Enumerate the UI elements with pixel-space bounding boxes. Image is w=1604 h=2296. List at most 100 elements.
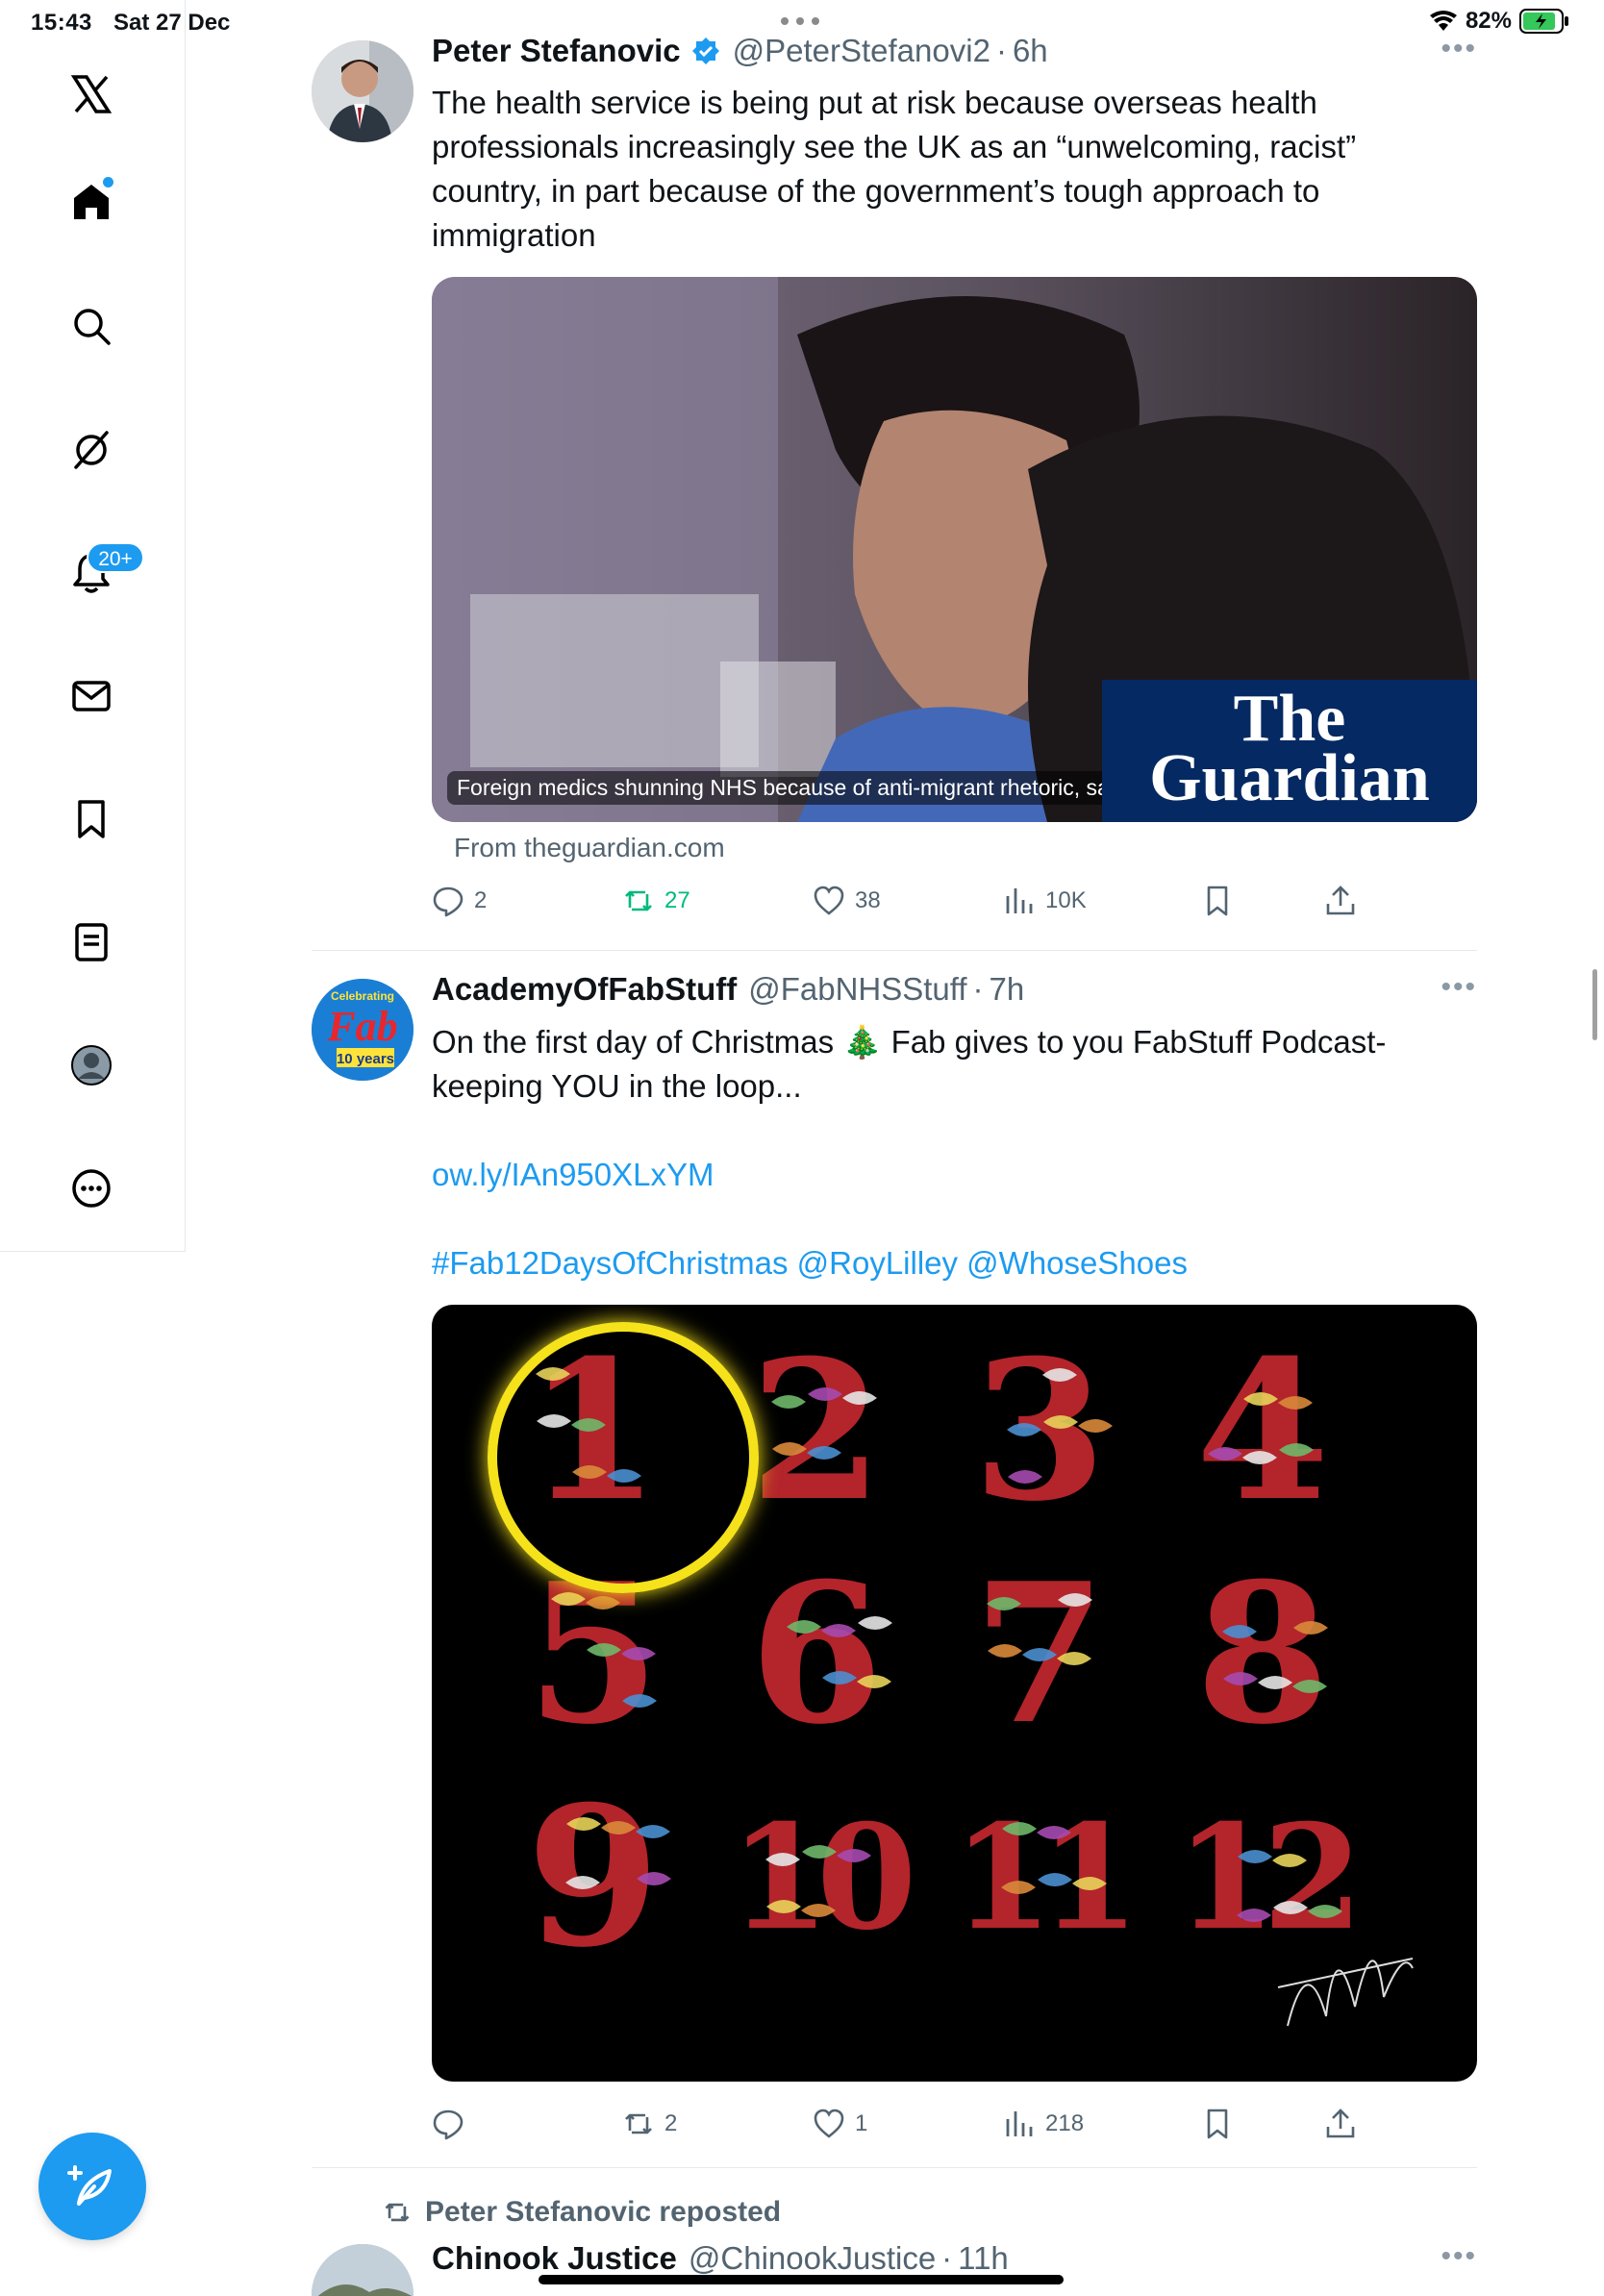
heart-icon (814, 2109, 844, 2138)
repost-indicator: Peter Stefanovic reposted (383, 2196, 781, 2229)
display-name[interactable]: Peter Stefanovic (432, 33, 681, 69)
avatar-text-top: Celebrating (331, 989, 394, 1003)
compose-feather-icon (67, 2165, 112, 2206)
handle[interactable]: @ChinookJustice (689, 2240, 936, 2277)
display-name[interactable]: Chinook Justice (432, 2240, 677, 2277)
like-button[interactable]: 1 (813, 2108, 867, 2140)
views-count: 10K (1045, 887, 1087, 913)
separator-dot: · (972, 971, 984, 1007)
avatar-text-main: Fab (326, 1003, 397, 1050)
highlight-circle (488, 1322, 759, 1593)
bookmark-icon (1207, 886, 1228, 916)
compose-button[interactable] (38, 2133, 146, 2240)
like-count: 1 (855, 2110, 868, 2136)
verified-badge-icon (691, 37, 719, 64)
more-icon[interactable] (64, 1161, 118, 1215)
lists-icon[interactable] (64, 915, 118, 969)
avatar[interactable] (312, 40, 414, 142)
tweet-time[interactable]: 7h (990, 971, 1025, 1008)
wifi-icon (1429, 11, 1457, 31)
card-source[interactable]: From theguardian.com (454, 833, 725, 863)
tweet-actions: 2 27 38 10K (432, 885, 1393, 923)
repost-button[interactable]: 2 (622, 2108, 677, 2140)
reply-button[interactable]: 2 (432, 885, 487, 917)
tweet-time[interactable]: 6h (1013, 33, 1048, 69)
share-button[interactable] (1324, 885, 1357, 917)
avatar[interactable] (312, 2244, 414, 2296)
sidebar: 20+ (0, 0, 186, 1252)
views-button[interactable]: 218 (1003, 2108, 1084, 2140)
guardian-logo: The Guardian (1102, 680, 1477, 822)
bookmark-button[interactable] (1201, 885, 1234, 917)
repost-icon (625, 890, 652, 911)
share-icon (1326, 2109, 1355, 2138)
battery-percent: 82% (1465, 8, 1512, 34)
more-options-icon[interactable]: ••• (1441, 971, 1477, 1004)
tweet-time[interactable]: 11h (958, 2240, 1009, 2277)
reply-icon (433, 2109, 464, 2140)
tweet-link[interactable]: ow.ly/IAn950XLxYM (432, 1153, 1451, 1197)
tweet-hashtags[interactable]: #Fab12DaysOfChristmas @RoyLilley @WhoseS… (432, 1241, 1451, 1285)
day-illustration (565, 1817, 671, 1889)
day-illustration (1001, 1822, 1107, 1894)
handle[interactable]: @FabNHSStuff (748, 971, 966, 1008)
bookmarks-icon[interactable] (64, 792, 118, 846)
status-right: 82% (1429, 8, 1569, 35)
more-options-icon[interactable]: ••• (1441, 2240, 1477, 2273)
separator-dot: · (995, 33, 1007, 68)
messages-icon[interactable] (64, 669, 118, 723)
link-card[interactable]: Foreign medics shunning NHS because of a… (432, 277, 1477, 822)
repost-icon (625, 2113, 652, 2134)
avatar-text-bottom: 10 years (337, 1051, 394, 1067)
tweet-actions: 2 1 218 (432, 2108, 1393, 2146)
views-button[interactable]: 10K (1003, 885, 1087, 917)
reply-button[interactable] (432, 2108, 474, 2140)
share-button[interactable] (1324, 2108, 1357, 2140)
guardian-logo-line2: Guardian (1149, 741, 1430, 815)
views-chart-icon (1006, 2111, 1033, 2136)
grok-icon[interactable] (64, 423, 118, 477)
separator-dot: · (941, 2240, 953, 2276)
home-unread-dot (103, 177, 113, 187)
like-button[interactable]: 38 (813, 885, 881, 917)
more-options-icon[interactable]: ••• (1441, 33, 1477, 65)
x-logo-icon[interactable] (64, 67, 118, 121)
home-indicator[interactable] (539, 2275, 1064, 2284)
views-count: 218 (1045, 2110, 1085, 2136)
avatar[interactable]: Celebrating Fab 10 years (312, 979, 414, 1081)
day-illustration (1007, 1368, 1113, 1484)
heart-icon (814, 886, 844, 915)
repost-button[interactable]: 27 (622, 885, 690, 917)
guardian-logo-line1: The (1233, 682, 1346, 756)
day-illustration (765, 1845, 871, 1917)
signature-scribble (1277, 1958, 1414, 2027)
tweet-divider (312, 2167, 1477, 2168)
repost-label[interactable]: Peter Stefanovic reposted (425, 2196, 781, 2229)
reply-count: 2 (474, 887, 488, 913)
day-illustration (787, 1616, 892, 1688)
share-icon (1326, 886, 1355, 915)
repost-count: 27 (664, 887, 690, 913)
tweet-image[interactable]: 1 2 3 4 5 6 7 8 9 10 11 12 (432, 1305, 1477, 2082)
notification-count-badge: 20+ (87, 542, 144, 573)
like-count: 38 (855, 887, 881, 913)
tweet-text: The health service is being put at risk … (432, 85, 1357, 253)
tweet-header: Peter Stefanovic @PeterStefanovi2 · 6h (432, 33, 1048, 69)
search-icon[interactable] (64, 299, 118, 353)
day-illustration (987, 1593, 1092, 1665)
scroll-indicator[interactable] (1592, 969, 1597, 1040)
day-illustration (1222, 1621, 1328, 1693)
bookmark-button[interactable] (1201, 2108, 1234, 2140)
day-illustration (1208, 1392, 1314, 1464)
handle[interactable]: @PeterStefanovi2 (733, 33, 990, 69)
profile-icon[interactable] (64, 1038, 118, 1092)
display-name[interactable]: AcademyOfFabStuff (432, 971, 737, 1008)
repost-icon (385, 2203, 410, 2222)
tweet-text: On the first day of Christmas 🎄 Fab give… (432, 1024, 1387, 1104)
views-chart-icon (1006, 888, 1033, 913)
battery-icon (1519, 9, 1568, 34)
tweet-header: Chinook Justice @ChinookJustice · 11h (432, 2240, 1009, 2277)
tweet-divider (312, 950, 1477, 951)
bookmark-icon (1207, 2109, 1228, 2139)
multitask-handle[interactable] (781, 17, 819, 25)
